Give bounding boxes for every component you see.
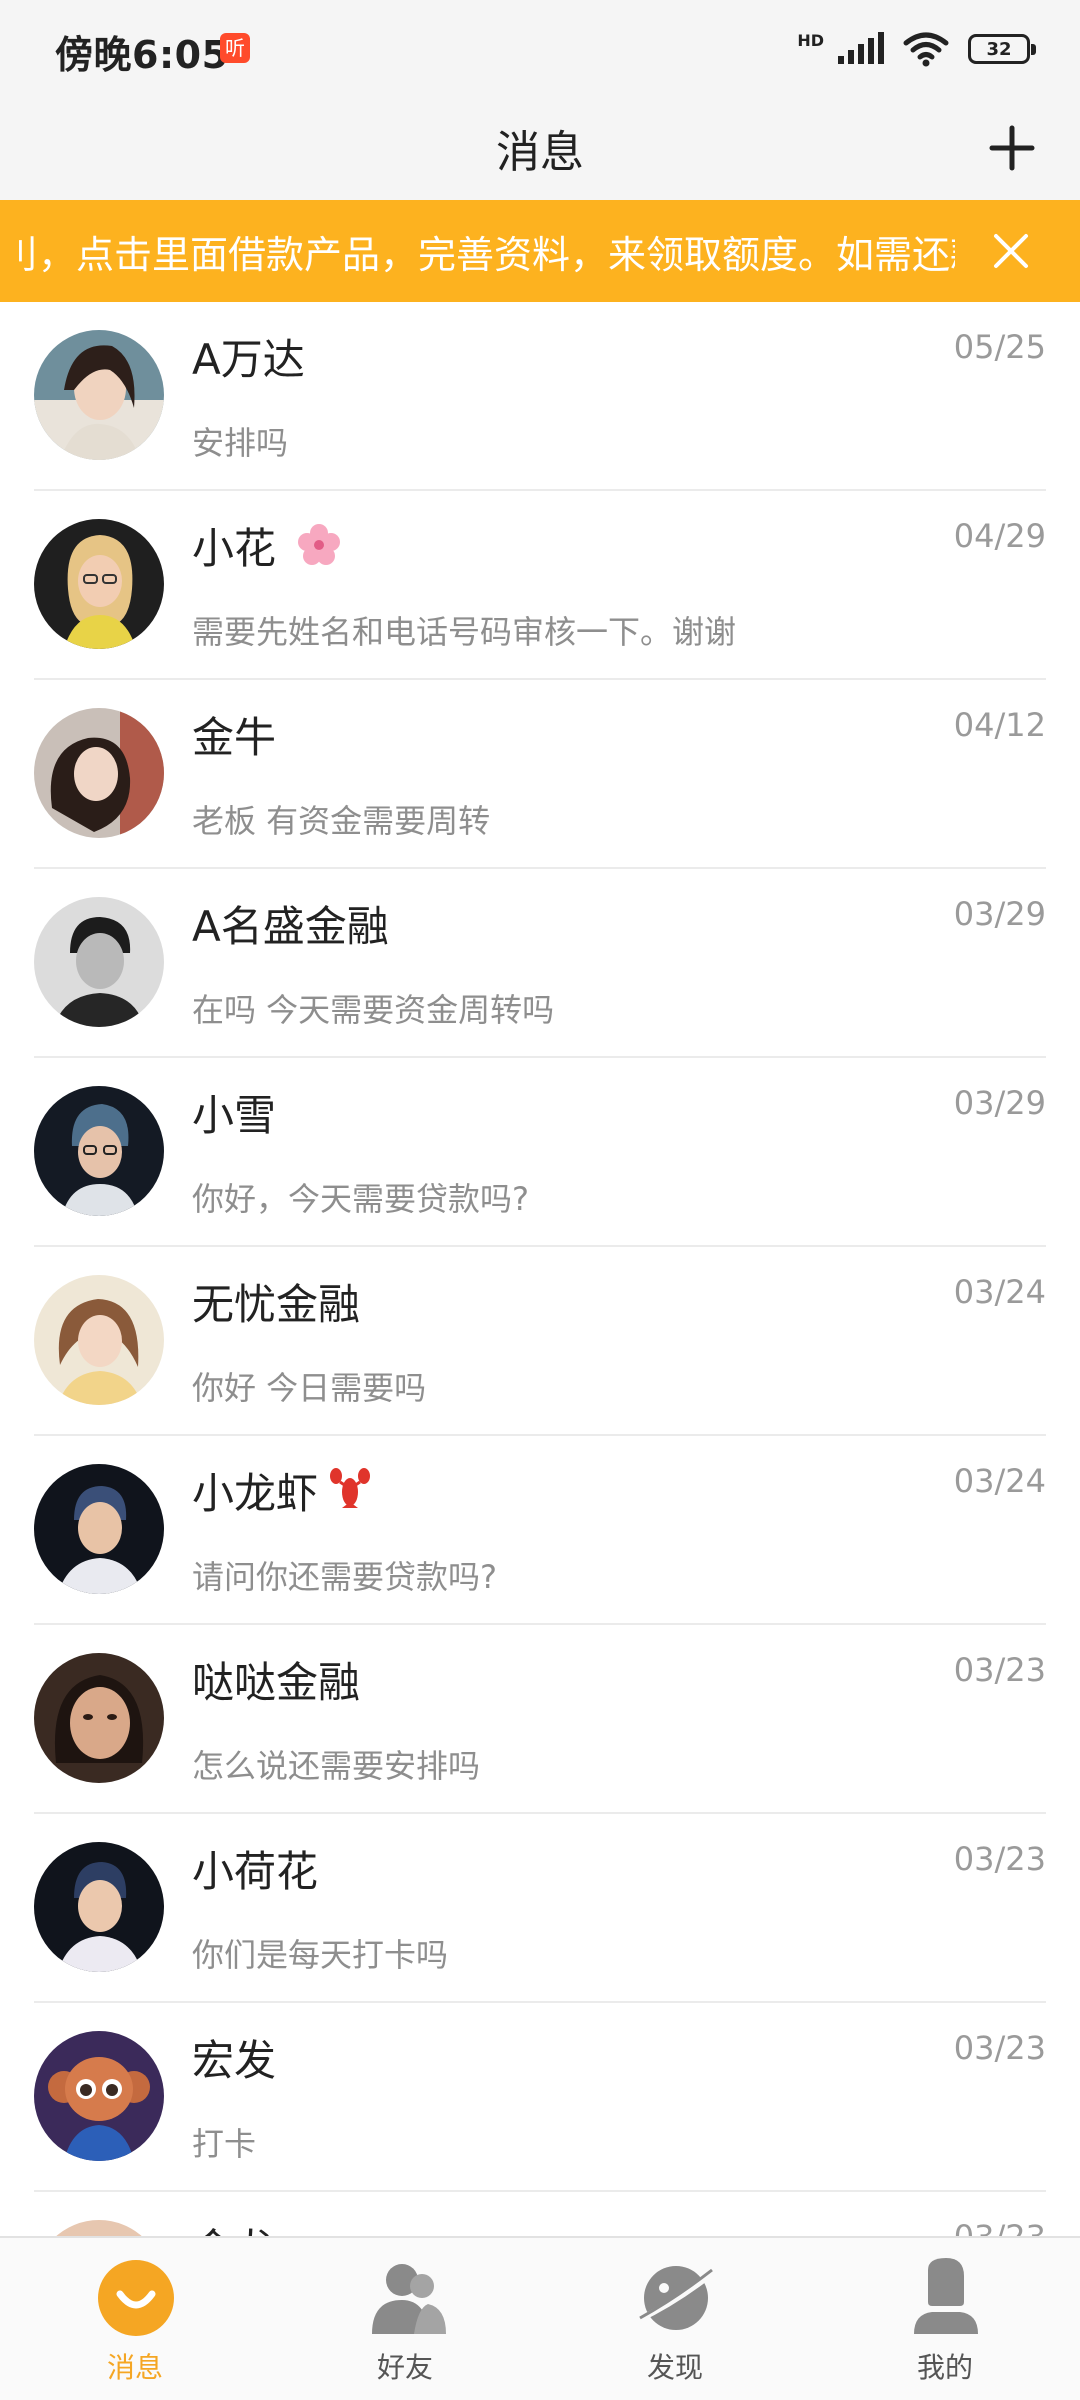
message-date: 03/24 xyxy=(953,1462,1046,1500)
cherry-blossom-emoji xyxy=(298,524,340,565)
notice-banner[interactable]: 刂，点击里面借款产品，完善资料，来领取额度。如需还款 xyxy=(0,200,1080,302)
wifi-icon xyxy=(903,32,949,67)
status-time: 傍晚6:05 xyxy=(55,33,229,77)
avatar xyxy=(34,1275,164,1405)
conversation-row[interactable]: 小荷花 03/23 你们是每天打卡吗 xyxy=(0,1814,1080,2003)
contact-name: 小雪 xyxy=(192,1091,277,1140)
message-date: 03/23 xyxy=(953,2029,1046,2067)
message-date: 04/29 xyxy=(953,517,1046,555)
message-preview: 你们是每天打卡吗 xyxy=(192,1936,449,1974)
message-preview: 安排吗 xyxy=(192,424,289,462)
conversation-row[interactable]: 小龙虾 03/24 请问你还需要贷款吗? xyxy=(0,1436,1080,1625)
conversation-row[interactable]: A万达 05/25 安排吗 xyxy=(0,302,1080,491)
contact-name: A名盛金融 xyxy=(192,902,389,951)
avatar xyxy=(34,1464,164,1594)
close-icon[interactable] xyxy=(988,228,1034,274)
avatar xyxy=(34,2031,164,2161)
tab-label: 我的 xyxy=(916,2351,973,2384)
contact-name: 无忧金融 xyxy=(192,1280,361,1329)
status-icons: HD 32 xyxy=(797,26,1036,72)
page-title: 消息 xyxy=(496,127,584,178)
status-bar: 傍晚6:05 听 HD 32 xyxy=(0,0,1080,96)
banner-text: 刂，点击里面借款产品，完善资料，来领取额度。如需还款 xyxy=(0,233,955,277)
friends-icon xyxy=(372,2264,446,2334)
message-preview: 请问你还需要贷款吗? xyxy=(192,1558,497,1596)
contact-name: 小花 xyxy=(192,524,277,573)
contact-name: 金牛 xyxy=(192,713,277,762)
message-preview: 怎么说还需要安排吗 xyxy=(192,1747,481,1785)
conversation-row[interactable]: 无忧金融 03/24 你好 今日需要吗 xyxy=(0,1247,1080,1436)
avatar xyxy=(34,897,164,1027)
conversation-row[interactable]: 哒哒金融 03/23 怎么说还需要安排吗 xyxy=(0,1625,1080,1814)
bottom-tab-bar: 消息 好友 发现 我的 xyxy=(0,2236,1080,2400)
conversation-row[interactable]: 宏发 03/23 打卡 xyxy=(0,2003,1080,2192)
message-preview: 在吗 今天需要资金周转吗 xyxy=(192,991,555,1029)
battery-icon: 32 xyxy=(968,34,1036,64)
message-preview: 打卡 xyxy=(192,2125,257,2163)
avatar xyxy=(34,330,164,460)
message-date: 03/23 xyxy=(953,1840,1046,1878)
message-date: 03/24 xyxy=(953,1273,1046,1311)
profile-icon xyxy=(914,2258,978,2334)
avatar xyxy=(34,1842,164,1972)
avatar xyxy=(34,708,164,838)
plus-icon[interactable] xyxy=(980,116,1044,180)
avatar xyxy=(34,1086,164,1216)
contact-name: A万达 xyxy=(192,335,305,384)
planet-icon xyxy=(636,2266,716,2330)
message-preview: 需要先姓名和电话号码审核一下。谢谢 xyxy=(192,613,737,651)
conversation-row[interactable]: 小雪 03/29 你好，今天需要贷款吗? xyxy=(0,1058,1080,1247)
contact-name: 宏发 xyxy=(192,2036,277,2085)
tab-label: 发现 xyxy=(646,2351,703,2384)
message-date: 03/29 xyxy=(953,895,1046,933)
tab-label: 好友 xyxy=(376,2351,433,2384)
tab-messages[interactable]: 消息 xyxy=(0,2238,270,2400)
message-date: 04/12 xyxy=(953,706,1046,744)
app-root: 傍晚6:05 听 HD 32 消息 刂，点击里面借款产品，完善资料，来领取额度。… xyxy=(0,0,1080,2400)
message-date: 05/25 xyxy=(953,328,1046,366)
conversation-list: A万达 05/25 安排吗 小花 04/29 需要先姓名和电话号码审核一下。谢谢… xyxy=(0,302,1080,2381)
title-bar: 消息 xyxy=(0,96,1080,200)
message-preview: 老板 有资金需要周转 xyxy=(192,802,491,840)
hd-label: HD xyxy=(797,30,824,50)
message-preview: 你好 今日需要吗 xyxy=(192,1369,427,1407)
notification-badge: 听 xyxy=(220,33,250,63)
message-date: 03/29 xyxy=(953,1084,1046,1122)
contact-name: 小荷花 xyxy=(192,1847,319,1896)
tab-profile[interactable]: 我的 xyxy=(810,2238,1080,2400)
tab-discover[interactable]: 发现 xyxy=(540,2238,810,2400)
message-date: 03/23 xyxy=(953,1651,1046,1689)
message-icon xyxy=(98,2260,174,2336)
lobster-emoji xyxy=(330,1468,370,1508)
contact-name: 小龙虾 xyxy=(192,1469,319,1518)
signal-icon xyxy=(838,32,884,64)
avatar xyxy=(34,519,164,649)
tab-label: 消息 xyxy=(106,2351,163,2384)
conversation-row[interactable]: 金牛 04/12 老板 有资金需要周转 xyxy=(0,680,1080,869)
tab-friends[interactable]: 好友 xyxy=(270,2238,540,2400)
avatar xyxy=(34,1653,164,1783)
contact-name: 哒哒金融 xyxy=(192,1658,361,1707)
conversation-row[interactable]: A名盛金融 03/29 在吗 今天需要资金周转吗 xyxy=(0,869,1080,1058)
message-preview: 你好，今天需要贷款吗? xyxy=(192,1180,529,1218)
conversation-row[interactable]: 小花 04/29 需要先姓名和电话号码审核一下。谢谢 xyxy=(0,491,1080,680)
